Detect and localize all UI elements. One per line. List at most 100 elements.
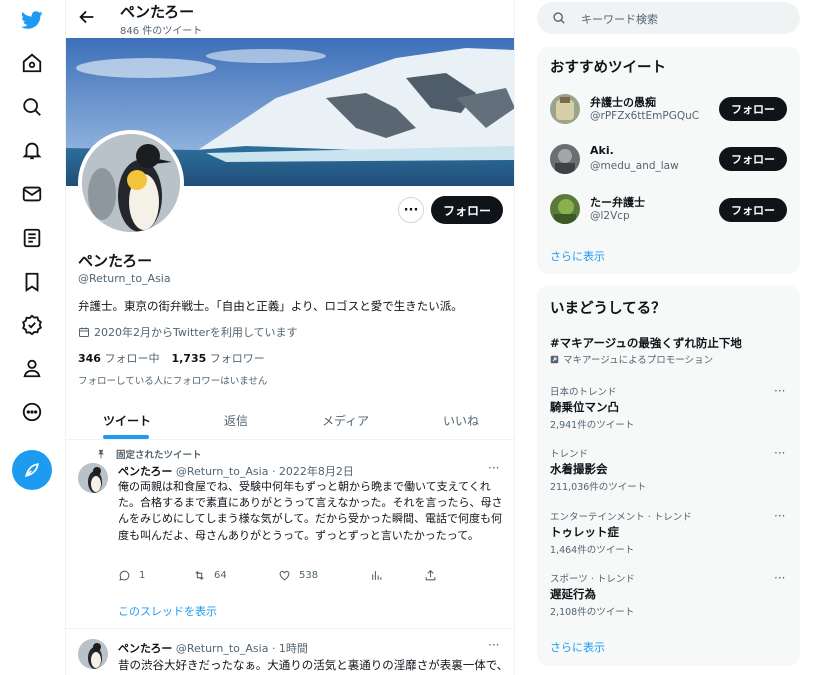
reply-count: 1	[139, 570, 146, 581]
share-button[interactable]	[424, 569, 437, 582]
tweet-author-name[interactable]: ペンたろー	[118, 642, 172, 655]
verified-icon[interactable]	[12, 305, 52, 345]
tweet-meta: @Return_to_Asia · 1時間	[175, 642, 308, 655]
tweet-divider	[66, 628, 514, 629]
search-input[interactable]: キーワード検索	[581, 11, 658, 27]
tab-media[interactable]: メディア	[322, 412, 369, 429]
join-date-text: 2020年2月からTwitterを利用しています	[94, 326, 298, 339]
promoted-by-text: マキアージュによるプロモーション	[563, 355, 714, 366]
recommended-user-avatar[interactable]	[550, 144, 580, 174]
analytics-icon	[372, 571, 382, 580]
followers-label: フォロワー	[209, 352, 265, 365]
recommended-user-name[interactable]: たー弁護士	[590, 194, 645, 210]
messages-icon[interactable]	[12, 174, 52, 214]
following-stat[interactable]: 346 フォロー中	[78, 350, 159, 366]
main-column: ペンたろー 846 件のツイート ··· フォロー ペンたろー @Return_…	[66, 0, 515, 675]
tab-tweets[interactable]: ツイート	[103, 412, 151, 429]
twitter-logo-icon[interactable]	[12, 0, 52, 40]
tweet-more-icon[interactable]: ···	[488, 638, 499, 652]
recommended-panel: おすすめツイート 弁護士の愚痴 @rPFZx6ttEmPGQuC フォロー Ak…	[537, 47, 800, 274]
trend-count: 2,941件のツイート	[550, 420, 635, 431]
search-icon	[553, 12, 565, 24]
trend-more-icon[interactable]: ···	[774, 446, 785, 460]
profile-more-button[interactable]: ···	[398, 197, 424, 223]
followers-stat[interactable]: 1,735 フォロワー	[171, 350, 264, 366]
promoted-by: マキアージュによるプロモーション	[550, 352, 713, 366]
left-nav	[0, 0, 66, 675]
analytics-button[interactable]	[370, 569, 383, 582]
trend-name[interactable]: 遅延行為	[550, 586, 596, 602]
recommended-follow-button[interactable]: フォロー	[719, 198, 787, 222]
like-icon	[279, 570, 290, 581]
trend-category: スポーツ · トレンド	[550, 574, 635, 585]
like-button[interactable]: 538	[278, 569, 318, 582]
profile-avatar[interactable]	[78, 130, 184, 236]
recommended-show-more[interactable]: さらに表示	[550, 248, 605, 264]
retweet-icon	[195, 570, 204, 581]
tweet-author-name[interactable]: ペンたろー	[118, 465, 172, 478]
profile-header-bar: ペンたろー 846 件のツイート	[66, 0, 514, 38]
trend-name[interactable]: 騎乗位マン凸	[550, 399, 619, 415]
profile-name: ペンたろー	[78, 252, 153, 270]
active-tab-indicator	[103, 435, 149, 439]
tweet-header: ペンたろー @Return_to_Asia · 1時間	[118, 640, 308, 656]
home-icon[interactable]	[12, 43, 52, 83]
bookmarks-icon[interactable]	[12, 262, 52, 302]
retweet-button[interactable]: 64	[193, 569, 227, 582]
pinned-text: 固定されたツイート	[116, 450, 202, 461]
tweet-more-icon[interactable]: ···	[488, 461, 499, 475]
trends-show-more[interactable]: さらに表示	[550, 639, 605, 655]
recommended-follow-button[interactable]: フォロー	[719, 147, 787, 171]
trend-count: 211,036件のツイート	[550, 482, 647, 493]
notifications-icon[interactable]	[12, 130, 52, 170]
tab-likes[interactable]: いいね	[443, 412, 479, 429]
profile-icon[interactable]	[12, 348, 52, 388]
trend-name[interactable]: トゥレット症	[550, 524, 619, 540]
retweet-count: 64	[214, 570, 227, 581]
recommended-title: おすすめツイート	[550, 60, 666, 76]
recommended-user-avatar[interactable]	[550, 94, 580, 124]
trend-category: 日本のトレンド	[550, 387, 617, 398]
compose-icon	[25, 463, 39, 477]
recommended-user-avatar[interactable]	[550, 194, 580, 224]
tweet-header: ペンたろー @Return_to_Asia · 2022年8月2日	[118, 463, 354, 479]
trend-more-icon[interactable]: ···	[774, 509, 785, 523]
tweet-text: 昔の渋谷大好きだったなぁ。大通りの活気と裏通りの淫靡さが表裏一体で、	[118, 658, 509, 672]
followers-count: 1,735	[171, 352, 207, 365]
trend-more-icon[interactable]: ···	[774, 571, 785, 585]
profile-tabs: ツイート 返信 メディア いいね	[66, 400, 514, 440]
compose-button[interactable]	[12, 450, 52, 490]
recommended-user-handle: @rPFZx6ttEmPGQuC	[590, 110, 700, 122]
tweet-avatar[interactable]	[78, 463, 108, 493]
profile-follow-button[interactable]: フォロー	[431, 196, 503, 224]
recommended-user-name[interactable]: 弁護士の愚痴	[590, 94, 656, 110]
back-arrow-icon[interactable]	[76, 6, 98, 28]
trends-panel: いまどうしてる？ #マキアージュの最強くずれ防止下地 マキアージュによるプロモー…	[537, 285, 800, 666]
show-thread-link[interactable]: このスレッドを表示	[118, 603, 217, 619]
recommended-follow-button[interactable]: フォロー	[719, 97, 787, 121]
trends-title: いまどうしてる？	[550, 301, 666, 317]
profile-join-date: 2020年2月からTwitterを利用しています	[78, 324, 298, 340]
trend-more-icon[interactable]: ···	[774, 384, 785, 398]
explore-icon[interactable]	[12, 87, 52, 127]
recommended-user-name[interactable]: Aki.	[590, 144, 614, 157]
trend-category: トレンド	[550, 449, 589, 460]
tweet-avatar[interactable]	[78, 639, 108, 669]
tab-replies[interactable]: 返信	[224, 412, 248, 429]
recommended-user-handle: @medu_and_law	[590, 160, 679, 172]
promoted-trend-name[interactable]: #マキアージュの最強くずれ防止下地	[550, 335, 742, 351]
trend-name[interactable]: 水着撮影会	[550, 461, 608, 477]
lists-icon[interactable]	[12, 218, 52, 258]
more-icon[interactable]	[12, 392, 52, 432]
trend-count: 1,464件のツイート	[550, 545, 635, 556]
search-box[interactable]: キーワード検索	[537, 2, 800, 34]
profile-handle: @Return_to_Asia	[78, 272, 171, 285]
trend-count: 2,108件のツイート	[550, 607, 635, 618]
trend-category: エンターテインメント · トレンド	[550, 512, 692, 523]
pinned-label: 固定されたツイート	[96, 447, 202, 461]
share-icon	[425, 569, 436, 581]
recommended-user-handle: @l2Vcp	[590, 210, 630, 222]
tweet-meta: @Return_to_Asia · 2022年8月2日	[175, 465, 354, 478]
reply-button[interactable]: 1	[118, 569, 145, 582]
header-tweet-count: 846 件のツイート	[120, 26, 203, 37]
